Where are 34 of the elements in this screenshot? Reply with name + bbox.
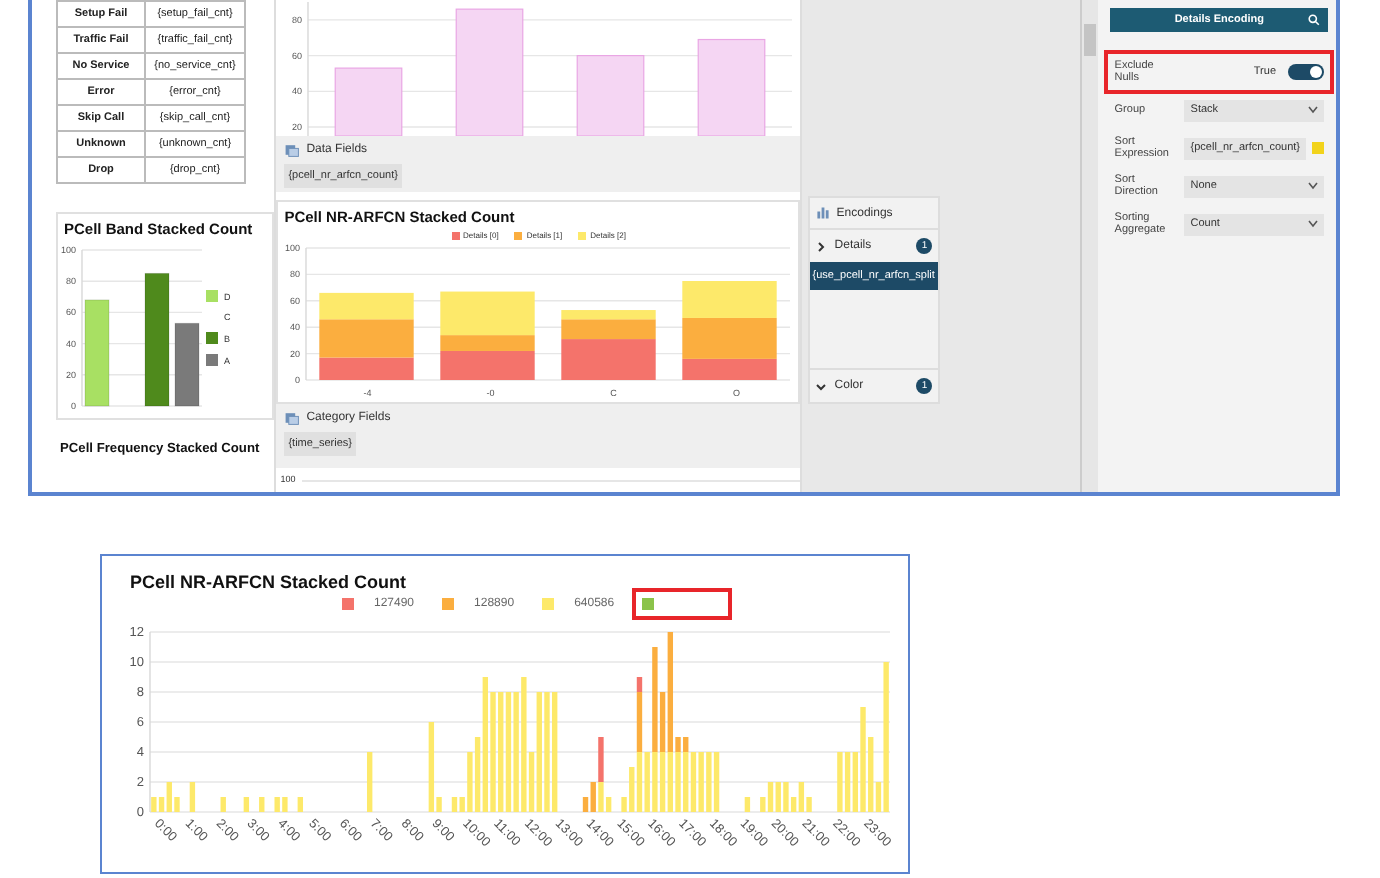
- chart-bar: [297, 797, 303, 812]
- chart-title: PCell NR-ARFCN Stacked Count: [128, 570, 409, 592]
- legend-swatch: [206, 332, 218, 344]
- chart-bar: [189, 782, 196, 812]
- chart-bar: [335, 67, 403, 136]
- legend-swatch: [206, 354, 218, 366]
- chart-bar: [259, 797, 265, 812]
- chevron-icon: [816, 241, 827, 251]
- chart-bar: [220, 797, 226, 812]
- chart-bar: [144, 272, 170, 407]
- bars-icon: [816, 206, 831, 220]
- caret-icon: [1308, 106, 1319, 114]
- toggle-switch[interactable]: [1288, 64, 1325, 80]
- chart-bar: [698, 38, 766, 136]
- chart-bar: [367, 752, 373, 812]
- search-icon[interactable]: [1308, 14, 1321, 26]
- scrollbar[interactable]: [1082, 0, 1099, 492]
- legend-swatch: [451, 231, 460, 239]
- chart-bar: [174, 322, 200, 407]
- chevron-icon: [816, 381, 827, 391]
- caret-icon: [1308, 220, 1319, 228]
- chart-bar: [744, 797, 751, 812]
- caret-icon: [1308, 182, 1319, 190]
- chart-bar: [319, 292, 415, 320]
- chart-bar: [577, 55, 645, 136]
- fields-icon: [284, 410, 301, 426]
- chart-bar: [682, 281, 778, 318]
- legend-swatch: [578, 231, 587, 239]
- chart-bar: [243, 797, 250, 812]
- chart-bar: [84, 299, 110, 407]
- chart-bar: [456, 8, 524, 136]
- legend-swatch: [206, 290, 218, 302]
- legend-swatch: [514, 231, 523, 239]
- fields-icon: [284, 142, 301, 158]
